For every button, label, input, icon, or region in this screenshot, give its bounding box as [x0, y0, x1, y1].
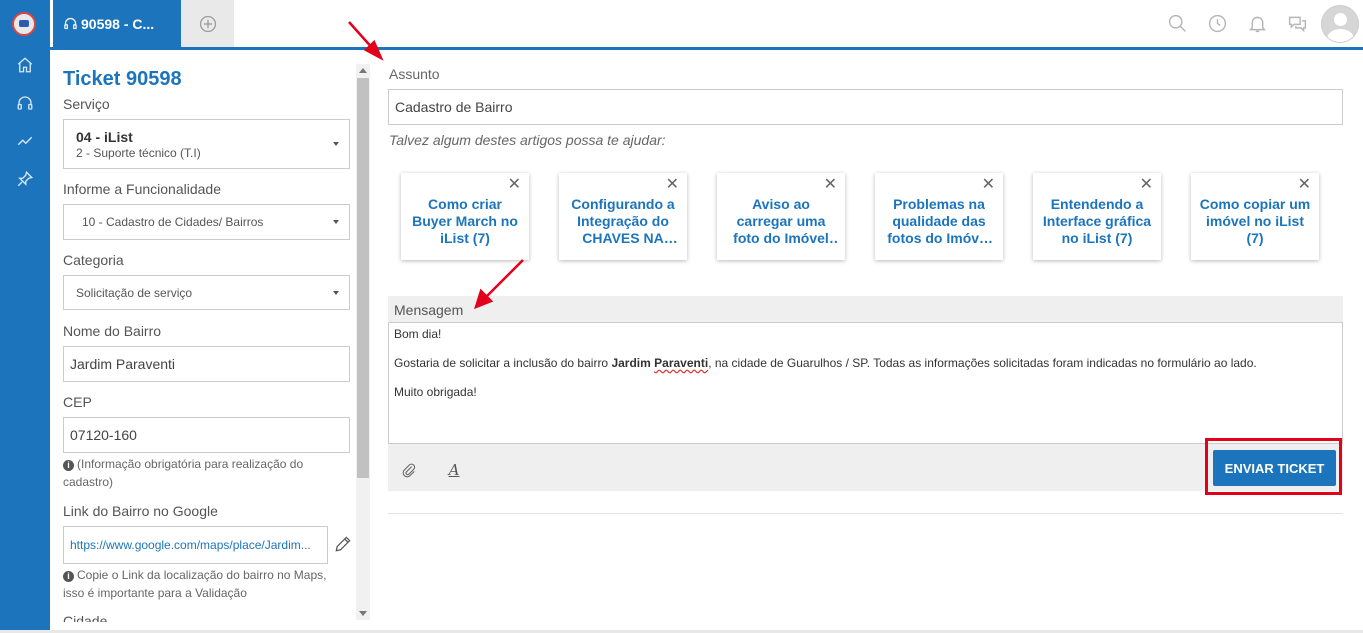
- cep-hint-text: (Informação obrigatória para realização …: [63, 457, 304, 489]
- paperclip-icon[interactable]: [398, 459, 420, 481]
- message-textarea[interactable]: Bom dia! Gostaria de solicitar a inclusã…: [388, 322, 1343, 444]
- scroll-up-icon[interactable]: [359, 68, 367, 73]
- servico-select[interactable]: 04 - iList 2 - Suporte técnico (T.I): [63, 119, 350, 169]
- link-hint: i Copie o Link da localização do bairro n…: [63, 566, 343, 602]
- message-text: Gostaria de solicitar a inclusão do bair…: [394, 356, 612, 370]
- article-card[interactable]: ✕ Como copiar um imóvel no iList (7): [1191, 173, 1319, 260]
- plus-circle-icon: [199, 15, 216, 32]
- article-card[interactable]: ✕ Como criar Buyer March no iList (7): [401, 173, 529, 260]
- article-title: Como copiar um imóvel no iList (7): [1199, 196, 1311, 246]
- clock-icon[interactable]: [1197, 4, 1237, 44]
- article-title: Entendendo a Interface gráfica no iList …: [1042, 196, 1152, 246]
- bairro-value: Jardim Paraventi: [70, 356, 176, 372]
- link-label: Link do Bairro no Google: [63, 503, 218, 519]
- pin-icon[interactable]: [0, 164, 50, 194]
- form-scrollbar[interactable]: [356, 64, 370, 620]
- servico-label: Serviço: [63, 96, 110, 112]
- info-icon: i: [63, 571, 74, 582]
- categoria-value: Solicitação de serviço: [76, 285, 193, 300]
- servico-sub-value: 2 - Suporte técnico (T.I): [76, 145, 201, 160]
- tab-ticket-90598[interactable]: 90598 - C...: [53, 0, 181, 47]
- message-line: Bom dia!: [394, 327, 442, 341]
- bairro-label: Nome do Bairro: [63, 323, 162, 339]
- close-icon[interactable]: ✕: [1298, 177, 1311, 193]
- link-value: https://www.google.com/maps/place/Jardim…: [70, 538, 311, 552]
- app-root: 90598 - C... Ticket 90598 Serviço 04 - i…: [0, 0, 1363, 633]
- funcionalidade-value: 10 - Cadastro de Cidades/ Bairros: [82, 215, 264, 229]
- page-title: Ticket 90598: [63, 68, 182, 90]
- chevron-down-icon: [333, 290, 339, 295]
- assunto-label: Assunto: [389, 66, 440, 82]
- ticket-form-panel: Ticket 90598 Serviço 04 - iList 2 - Supo…: [50, 50, 372, 622]
- cidade-label: Cidade: [63, 613, 108, 622]
- close-icon[interactable]: ✕: [982, 177, 995, 193]
- categoria-label: Categoria: [63, 252, 124, 268]
- chart-line-icon[interactable]: [0, 126, 50, 156]
- article-title: Como criar Buyer March no iList (7): [412, 196, 518, 246]
- info-icon: i: [63, 460, 74, 471]
- top-bar: 90598 - C...: [50, 0, 1363, 50]
- bairro-input[interactable]: Jardim Paraventi: [63, 346, 350, 382]
- servico-main-value: 04 - iList: [76, 128, 133, 145]
- scrollbar-thumb[interactable]: [357, 78, 369, 478]
- cep-input[interactable]: 07120-160: [63, 417, 350, 453]
- highlight-box: [1205, 438, 1342, 495]
- chat-icon[interactable]: [1277, 4, 1317, 44]
- article-title: Problemas na qualidade das fotos do Imóv…: [887, 196, 991, 246]
- chevron-down-icon: [333, 142, 339, 146]
- scroll-down-icon[interactable]: [359, 611, 367, 616]
- message-text: , na cidade de Guarulhos / SP. Todas as …: [708, 356, 1257, 370]
- headset-icon: [64, 17, 77, 30]
- article-card[interactable]: ✕ Aviso ao carregar uma foto do Imóvel n…: [717, 173, 845, 260]
- avatar[interactable]: [1321, 4, 1359, 43]
- top-actions: [1157, 0, 1363, 47]
- message-line: Gostaria de solicitar a inclusão do bair…: [394, 356, 1337, 371]
- close-icon[interactable]: ✕: [1140, 177, 1153, 193]
- help-text: Talvez algum destes artigos possa te aju…: [389, 132, 666, 148]
- article-card[interactable]: ✕ Entendendo a Interface gráfica no iLis…: [1033, 173, 1161, 260]
- nav-rail: [0, 0, 50, 633]
- link-input[interactable]: https://www.google.com/maps/place/Jardim…: [63, 526, 328, 564]
- font-format-icon[interactable]: A: [443, 459, 465, 481]
- app-logo-icon[interactable]: [12, 12, 36, 36]
- article-card[interactable]: ✕ Problemas na qualidade das fotos do Im…: [875, 173, 1003, 260]
- assunto-input[interactable]: Cadastro de Bairro: [388, 89, 1343, 125]
- cep-label: CEP: [63, 394, 92, 410]
- article-card[interactable]: ✕ Configurando a Integração do CHAVES NA…: [559, 173, 687, 260]
- message-line: Muito obrigada!: [394, 385, 477, 399]
- bell-icon[interactable]: [1237, 4, 1277, 44]
- funcionalidade-label: Informe a Funcionalidade: [63, 181, 221, 197]
- cep-value: 07120-160: [70, 427, 137, 443]
- article-title: Aviso ao carregar uma foto do Imóvel no …: [733, 196, 829, 246]
- close-icon[interactable]: ✕: [666, 177, 679, 193]
- message-bold: Jardim: [611, 356, 651, 370]
- message-editor: Mensagem Bom dia! Gostaria de solicitar …: [388, 296, 1343, 491]
- divider: [388, 513, 1343, 514]
- close-icon[interactable]: ✕: [508, 177, 521, 193]
- close-icon[interactable]: ✕: [824, 177, 837, 193]
- mensagem-label: Mensagem: [394, 302, 464, 318]
- funcionalidade-select[interactable]: 10 - Cadastro de Cidades/ Bairros: [63, 204, 350, 240]
- tab-label: 90598 - C...: [81, 15, 155, 32]
- assunto-value: Cadastro de Bairro: [395, 99, 513, 115]
- message-bold-misspelled: Paraventi: [654, 356, 709, 370]
- pencil-icon[interactable]: [333, 534, 353, 554]
- article-title: Configurando a Integração do CHAVES NA M…: [571, 196, 675, 246]
- headset-icon[interactable]: [0, 88, 50, 118]
- link-hint-text: Copie o Link da localização do bairro no…: [63, 568, 327, 600]
- home-icon[interactable]: [0, 50, 50, 80]
- chevron-down-icon: [333, 220, 339, 224]
- add-tab-button[interactable]: [181, 0, 234, 47]
- cep-hint: i (Informação obrigatória para realização…: [63, 455, 343, 491]
- categoria-select[interactable]: Solicitação de serviço: [63, 275, 350, 310]
- search-icon[interactable]: [1157, 4, 1197, 44]
